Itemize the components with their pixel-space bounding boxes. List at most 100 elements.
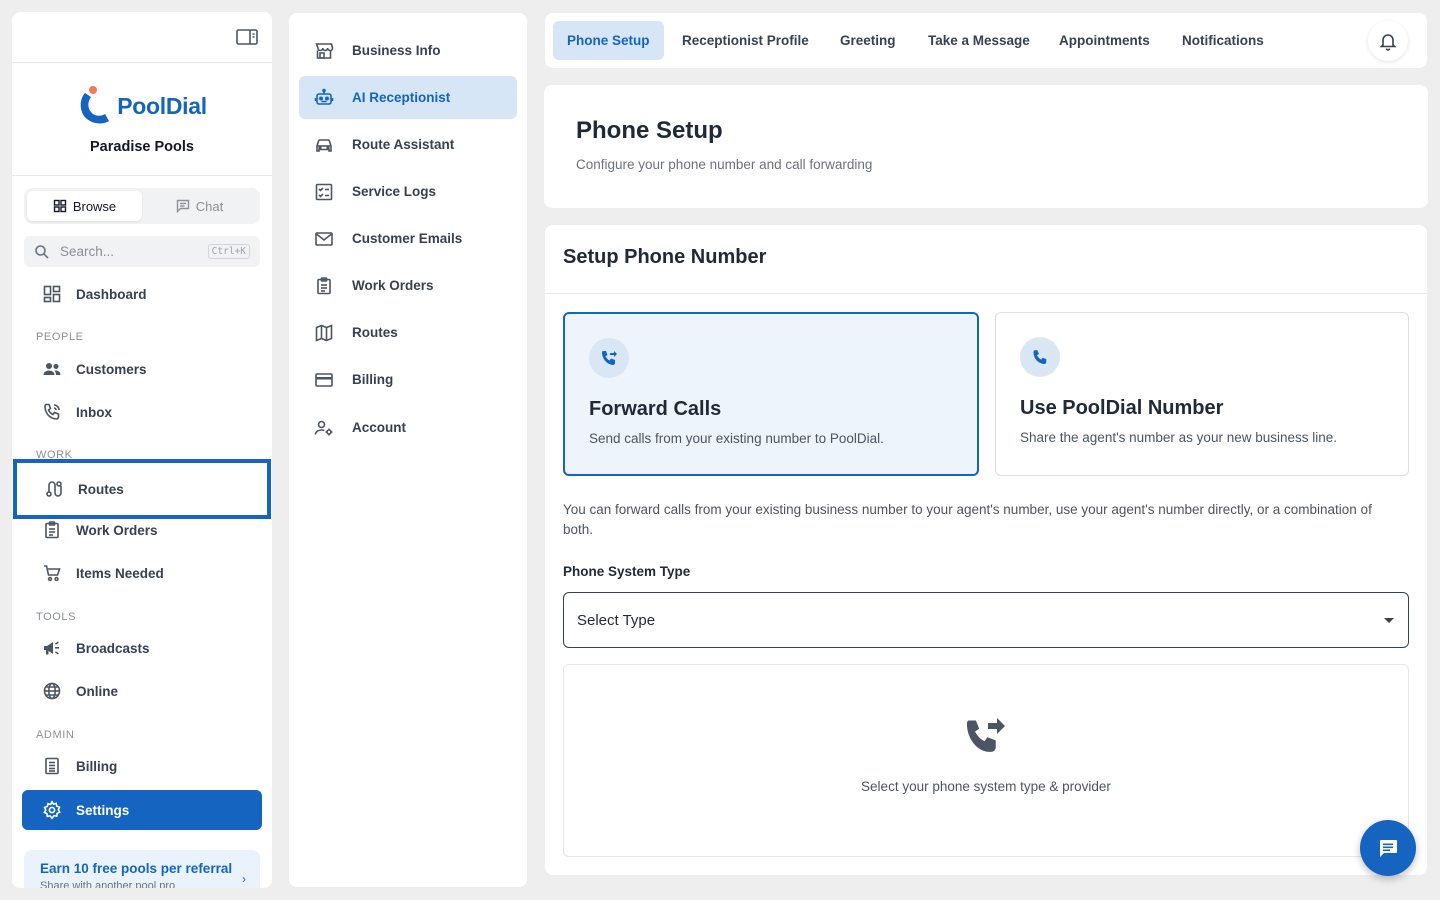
settings-item-label: Business Info xyxy=(352,43,441,58)
sidebar-top-bar xyxy=(12,12,272,63)
tab-receptionist-profile[interactable]: Receptionist Profile xyxy=(668,21,823,60)
phone-system-type-label: Phone System Type xyxy=(563,564,691,579)
option-description: Share the agent's number as your new bus… xyxy=(1020,430,1338,445)
phone-icon xyxy=(1033,350,1047,365)
browse-mode-button[interactable]: Browse xyxy=(27,191,142,221)
settings-item-label: Billing xyxy=(352,372,394,387)
checklist-icon xyxy=(315,183,333,200)
sidebar-item-online[interactable]: Online xyxy=(22,671,262,711)
section-label-admin: ADMIN xyxy=(36,729,75,741)
settings-item-label: Route Assistant xyxy=(352,137,455,152)
page-header: Phone Setup Configure your phone number … xyxy=(544,85,1428,208)
settings-item-ai-receptionist[interactable]: AI Receptionist xyxy=(299,76,517,119)
dashboard-icon xyxy=(43,285,61,303)
setup-title: Setup Phone Number xyxy=(545,225,1427,294)
settings-menu: Business Info AI Receptionist Route Assi… xyxy=(289,13,527,887)
option-title: Use PoolDial Number xyxy=(1020,397,1224,419)
settings-item-routes[interactable]: Routes xyxy=(299,311,517,354)
provider-empty-state: Select your phone system type & provider xyxy=(563,664,1409,857)
sidebar-item-label: Broadcasts xyxy=(76,640,150,656)
company-name: Paradise Pools xyxy=(90,139,194,155)
chat-bubble-icon xyxy=(176,199,189,213)
tab-greeting[interactable]: Greeting xyxy=(826,21,910,60)
settings-item-label: Service Logs xyxy=(352,184,437,199)
tab-appointments[interactable]: Appointments xyxy=(1045,21,1164,60)
settings-item-label: AI Receptionist xyxy=(352,90,451,105)
settings-item-label: Work Orders xyxy=(352,278,434,293)
car-icon xyxy=(316,138,332,152)
option-icon-wrap xyxy=(1020,337,1060,377)
receipt-icon xyxy=(45,757,59,775)
forward-calls-option[interactable]: Forward Calls Send calls from your exist… xyxy=(563,312,979,476)
referral-banner[interactable]: Earn 10 free pools per referral Share wi… xyxy=(24,850,260,888)
sidebar-item-settings[interactable]: Settings xyxy=(22,790,262,830)
settings-item-billing[interactable]: Billing xyxy=(299,358,517,401)
empty-state-text: Select your phone system type & provider xyxy=(861,779,1111,794)
tab-notifications[interactable]: Notifications xyxy=(1168,21,1278,60)
browse-mode-label: Browse xyxy=(72,198,117,214)
setup-phone-number-card: Setup Phone Number Forward Calls Send ca… xyxy=(545,225,1427,875)
sidebar-item-billing[interactable]: Billing xyxy=(22,746,262,786)
brand-block: PoolDial Paradise Pools xyxy=(12,63,272,176)
bell-icon xyxy=(1379,34,1397,51)
sidebar-item-broadcasts[interactable]: Broadcasts xyxy=(22,628,262,668)
sidebar-item-label: Dashboard xyxy=(76,286,147,302)
tab-take-a-message[interactable]: Take a Message xyxy=(914,21,1044,60)
sidebar-item-inbox[interactable]: Inbox xyxy=(22,392,262,432)
option-icon-wrap xyxy=(589,338,629,378)
search-input[interactable] xyxy=(60,244,198,259)
sidebar-item-label: Settings xyxy=(76,802,130,818)
page-subtitle: Configure your phone number and call for… xyxy=(576,157,873,172)
sidebar-item-label: Customers xyxy=(76,361,147,377)
manage-account-icon xyxy=(314,420,333,435)
megaphone-icon xyxy=(44,641,59,655)
storefront-icon xyxy=(315,42,334,59)
settings-item-account[interactable]: Account xyxy=(299,406,517,449)
logo-text: PoolDial xyxy=(117,92,207,119)
settings-item-service-logs[interactable]: Service Logs xyxy=(299,170,517,213)
use-pooldial-number-option[interactable]: Use PoolDial Number Share the agent's nu… xyxy=(995,312,1409,476)
tab-phone-setup[interactable]: Phone Setup xyxy=(553,21,664,60)
phone-system-type-select[interactable]: Select Type xyxy=(563,592,1409,648)
collapse-sidebar-icon[interactable] xyxy=(236,28,258,46)
phone-in-talk-icon xyxy=(44,403,60,420)
pooldial-logo-icon xyxy=(80,86,110,124)
settings-item-customer-emails[interactable]: Customer Emails xyxy=(299,217,517,260)
option-title: Forward Calls xyxy=(589,398,722,420)
clipboard-icon xyxy=(45,521,59,539)
settings-item-work-orders[interactable]: Work Orders xyxy=(299,264,517,307)
settings-item-business-info[interactable]: Business Info xyxy=(299,29,517,72)
search-shortcut: Ctrl+K xyxy=(207,244,250,259)
people-icon xyxy=(43,363,61,375)
pooldial-logo: PoolDial xyxy=(77,85,207,127)
page-title: Phone Setup xyxy=(576,117,723,144)
chat-mode-button[interactable]: Chat xyxy=(142,191,257,221)
settings-item-label: Customer Emails xyxy=(352,231,463,246)
globe-icon xyxy=(43,682,61,700)
sidebar-item-label: Inbox xyxy=(76,404,112,420)
sidebar-search: Ctrl+K xyxy=(24,236,260,267)
sidebar-item-label: Items Needed xyxy=(76,565,164,581)
chevron-right-icon: › xyxy=(242,872,246,886)
referral-title: Earn 10 free pools per referral xyxy=(40,861,233,876)
forwarding-info-text: You can forward calls from your existing… xyxy=(563,502,1372,537)
phone-forward-icon xyxy=(966,718,1005,752)
sidebar-item-customers[interactable]: Customers xyxy=(22,349,262,389)
sidebar-item-items-needed[interactable]: Items Needed xyxy=(22,553,262,593)
settings-item-label: Routes xyxy=(352,325,398,340)
sidebar-item-dashboard[interactable]: Dashboard xyxy=(22,274,262,314)
chat-support-button[interactable] xyxy=(1360,820,1416,876)
settings-item-route-assistant[interactable]: Route Assistant xyxy=(299,123,517,166)
notifications-button[interactable] xyxy=(1368,21,1408,61)
map-icon xyxy=(315,323,333,342)
phone-forward-icon xyxy=(602,351,617,365)
section-label-tools: TOOLS xyxy=(36,611,77,623)
sidebar-item-label: Billing xyxy=(76,758,118,774)
section-label-people: PEOPLE xyxy=(36,331,84,343)
sidebar-item-work-orders[interactable]: Work Orders xyxy=(22,510,262,550)
route-icon xyxy=(46,481,62,497)
settings-item-label: Account xyxy=(352,420,406,435)
sidebar-item-label: Routes xyxy=(78,481,124,497)
search-icon xyxy=(35,244,49,259)
mode-toggle: Browse Chat xyxy=(24,188,260,224)
